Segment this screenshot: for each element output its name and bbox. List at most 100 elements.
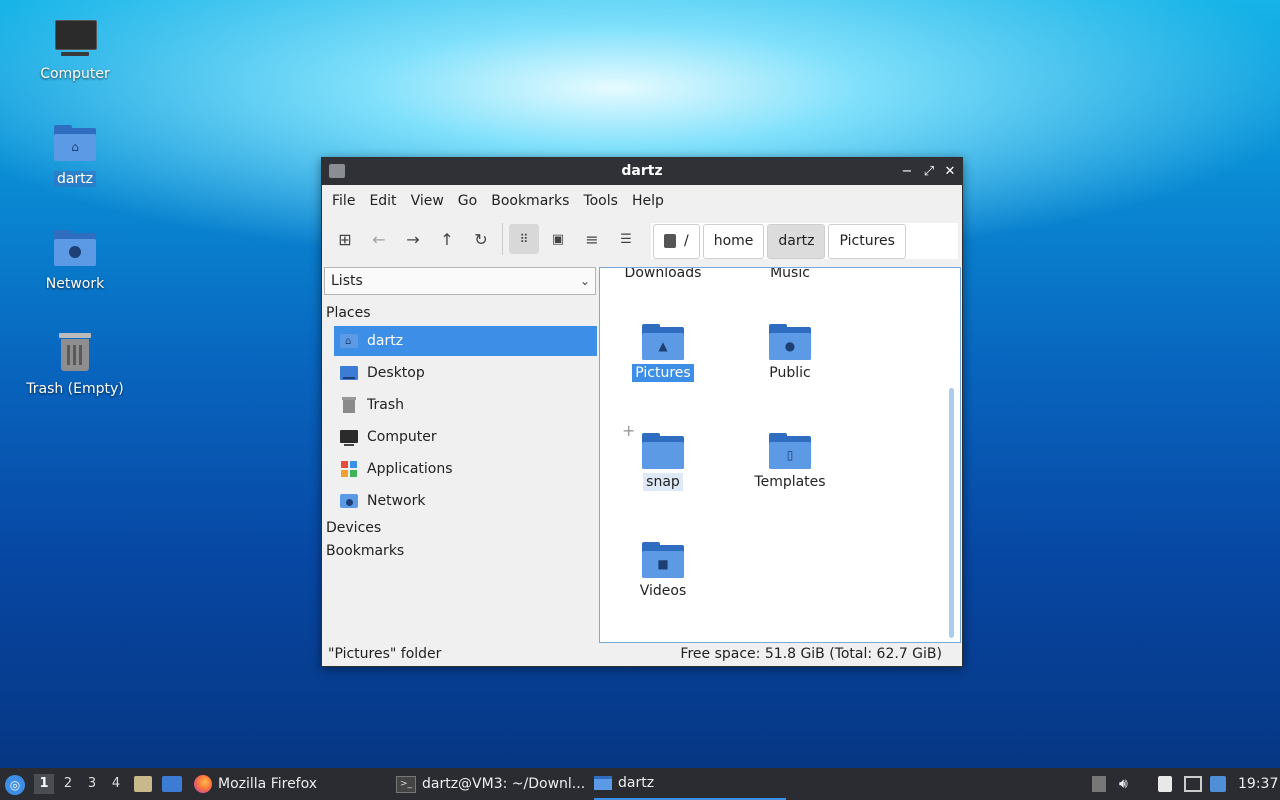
folder-icon <box>594 776 612 790</box>
file-item-templates[interactable]: ▯ Templates <box>735 433 845 491</box>
back-button[interactable]: ← <box>364 224 394 254</box>
arrow-left-icon: ← <box>372 229 386 249</box>
videos-folder-icon: ■ <box>642 542 684 578</box>
workspace-3[interactable]: 3 <box>82 774 102 794</box>
start-menu-button[interactable]: ◎ <box>5 775 25 795</box>
up-button[interactable]: ↑ <box>432 224 462 254</box>
home-folder-icon: ⌂ <box>53 123 97 167</box>
pictures-folder-icon: ▲ <box>642 324 684 360</box>
taskbar: ◎ 1 2 3 4 Mozilla Firefox >_ dartz@VM3: … <box>0 768 1280 800</box>
file-item-label: Videos <box>639 583 687 599</box>
workspace-4[interactable]: 4 <box>106 774 126 794</box>
minimize-button[interactable]: − <box>896 158 918 185</box>
file-manager-window: dartz − ⤢ ✕ File Edit View Go Bookmarks … <box>321 157 963 667</box>
folder-view[interactable]: Downloads Music ▲ Pictures ● Public + sn… <box>599 267 961 643</box>
menu-tools[interactable]: Tools <box>576 193 625 209</box>
places-item-label: Computer <box>367 429 437 445</box>
thumbnail-view-button[interactable]: ▣ <box>543 224 573 254</box>
file-item-label: snap <box>643 473 683 491</box>
close-button[interactable]: ✕ <box>939 158 961 185</box>
icon-view-button[interactable]: ⠿ <box>509 224 539 254</box>
new-tab-icon: ⊞ <box>338 229 352 249</box>
file-manager-launcher-icon[interactable] <box>134 776 152 792</box>
task-label: Mozilla Firefox <box>218 776 318 792</box>
desktop-icon-dartz[interactable]: ⌂ dartz <box>15 123 135 187</box>
chevron-down-icon: ⌄ <box>579 274 590 288</box>
toolbar: ⊞ ← → ↑ ↻ ⠿ ▣ ≡ ☰ / home dartz Pictures <box>322 217 962 261</box>
places-item-network[interactable]: Network <box>334 486 597 516</box>
network-status-icon[interactable] <box>1184 776 1202 792</box>
places-item-trash[interactable]: Trash <box>334 390 597 420</box>
desktop-icon-network[interactable]: Network <box>15 228 135 292</box>
places-item-applications[interactable]: Applications <box>334 454 597 484</box>
path-root[interactable]: / <box>653 223 700 259</box>
desktop-icon-computer[interactable]: Computer <box>15 18 135 82</box>
volume-icon[interactable]: 🔊︎ <box>1119 776 1135 792</box>
desktop-label: Network <box>45 276 105 292</box>
task-firefox[interactable]: Mozilla Firefox <box>194 768 384 800</box>
file-item-label: Downloads <box>624 267 702 281</box>
forward-button[interactable]: → <box>398 224 428 254</box>
path-crumb-pictures[interactable]: Pictures <box>828 223 906 259</box>
file-item-music[interactable]: Music <box>735 268 845 282</box>
side-pane-mode-select[interactable]: Lists ⌄ <box>324 267 596 295</box>
update-notifier-icon[interactable] <box>1210 776 1226 792</box>
places-item-desktop[interactable]: Desktop <box>334 358 597 388</box>
menu-view[interactable]: View <box>404 193 451 209</box>
show-desktop-icon[interactable] <box>162 776 182 792</box>
menu-help[interactable]: Help <box>625 193 671 209</box>
detailed-list-icon: ☰ <box>620 231 632 247</box>
eject-icon[interactable] <box>1092 776 1106 792</box>
title-bar[interactable]: dartz − ⤢ ✕ <box>322 158 962 185</box>
desktop-label: Trash (Empty) <box>26 381 124 397</box>
file-item-label: Templates <box>754 474 826 490</box>
task-terminal[interactable]: >_ dartz@VM3: ~/Downl... <box>396 768 586 800</box>
clipboard-icon[interactable] <box>1158 776 1172 792</box>
compact-view-button[interactable]: ≡ <box>577 224 607 254</box>
home-icon: ⌂ <box>340 333 358 349</box>
arrow-up-icon: ↑ <box>440 229 454 249</box>
reload-icon: ↻ <box>474 229 488 249</box>
applications-icon <box>340 461 358 477</box>
desktop-icon <box>340 365 358 381</box>
task-file-manager[interactable]: dartz <box>594 768 786 800</box>
clock[interactable]: 19:37 <box>1238 768 1278 800</box>
places-header[interactable]: Places <box>326 305 371 321</box>
places-item-dartz[interactable]: ⌂ dartz <box>334 326 597 356</box>
task-label: dartz <box>618 775 655 791</box>
workspace-2[interactable]: 2 <box>58 774 78 794</box>
places-item-label: Network <box>367 493 426 509</box>
path-crumb-home[interactable]: home <box>702 223 765 259</box>
menu-bookmarks[interactable]: Bookmarks <box>484 193 576 209</box>
vertical-scrollbar[interactable] <box>949 388 954 638</box>
places-item-label: Desktop <box>367 365 425 381</box>
menu-go[interactable]: Go <box>451 193 484 209</box>
file-item-videos[interactable]: ■ Videos <box>608 542 718 600</box>
devices-header[interactable]: Devices <box>326 520 381 536</box>
file-item-downloads[interactable]: Downloads <box>608 267 718 282</box>
places-item-label: Trash <box>367 397 404 413</box>
new-tab-button[interactable]: ⊞ <box>330 224 360 254</box>
folder-icon <box>642 433 684 469</box>
bookmarks-header[interactable]: Bookmarks <box>326 543 404 559</box>
desktop-icon-trash[interactable]: Trash (Empty) <box>15 333 135 397</box>
menu-file[interactable]: File <box>325 193 362 209</box>
file-item-label: Pictures <box>632 364 694 382</box>
file-item-public[interactable]: ● Public <box>735 324 845 382</box>
file-item-pictures[interactable]: ▲ Pictures <box>608 324 718 382</box>
firefox-icon <box>194 775 212 793</box>
places-item-computer[interactable]: Computer <box>334 422 597 452</box>
maximize-button[interactable]: ⤢ <box>918 158 940 185</box>
public-folder-icon: ● <box>769 324 811 360</box>
workspace-1[interactable]: 1 <box>34 774 54 794</box>
menu-edit[interactable]: Edit <box>362 193 403 209</box>
places-item-label: Applications <box>367 461 453 477</box>
path-crumb-dartz[interactable]: dartz <box>767 223 826 259</box>
desktop-label: dartz <box>53 171 97 187</box>
grid-icon: ⠿ <box>519 232 529 246</box>
file-item-snap[interactable]: snap <box>608 433 718 491</box>
file-item-label: Public <box>769 365 811 381</box>
reload-button[interactable]: ↻ <box>466 224 496 254</box>
arrow-right-icon: → <box>406 229 420 249</box>
detailed-view-button[interactable]: ☰ <box>611 224 641 254</box>
